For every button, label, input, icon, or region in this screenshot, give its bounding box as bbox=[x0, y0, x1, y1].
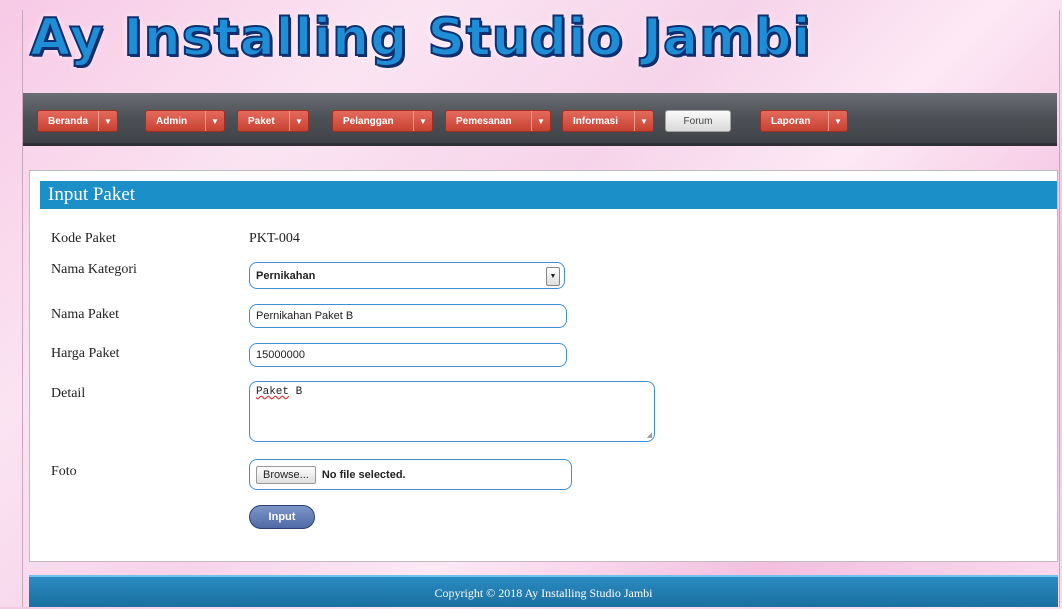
kategori-selected-value: Pernikahan bbox=[256, 269, 316, 282]
detail-label: Detail bbox=[51, 386, 86, 401]
nav-paket[interactable]: Paket ▼ bbox=[237, 110, 309, 132]
nav-admin[interactable]: Admin ▼ bbox=[145, 110, 225, 132]
nama-kategori-label: Nama Kategori bbox=[51, 262, 137, 277]
nav-informasi[interactable]: Informasi ▼ bbox=[562, 110, 654, 132]
input-paket-panel: Input Paket Kode Paket PKT-004 Nama Kate… bbox=[29, 170, 1058, 562]
kode-paket-value: PKT-004 bbox=[249, 231, 300, 246]
nav-beranda-label: Beranda bbox=[48, 115, 89, 127]
nav-informasi-label: Informasi bbox=[573, 115, 619, 127]
nama-paket-input[interactable]: Pernikahan Paket B bbox=[249, 304, 567, 328]
nav-beranda[interactable]: Beranda ▼ bbox=[37, 110, 118, 132]
input-submit-button[interactable]: Input bbox=[249, 505, 315, 529]
kode-paket-label: Kode Paket bbox=[51, 231, 116, 246]
chevron-down-icon[interactable]: ▼ bbox=[413, 111, 432, 131]
file-status-text: No file selected. bbox=[321, 468, 406, 481]
nav-pemesanan[interactable]: Pemesanan ▼ bbox=[445, 110, 551, 132]
nav-forum[interactable]: Forum bbox=[665, 110, 731, 132]
nav-pelanggan[interactable]: Pelanggan ▼ bbox=[332, 110, 433, 132]
site-title: Ay Installing Studio Jambi bbox=[29, 7, 812, 69]
nav-pemesanan-label: Pemesanan bbox=[456, 115, 512, 127]
panel-title: Input Paket bbox=[40, 181, 1057, 209]
harga-paket-label: Harga Paket bbox=[51, 346, 120, 361]
browse-button[interactable]: Browse... bbox=[256, 465, 316, 484]
main-nav: Beranda ▼ Admin ▼ Paket ▼ Pelanggan ▼ Pe… bbox=[23, 93, 1057, 146]
detail-textarea[interactable]: Paket B ◢ bbox=[249, 381, 655, 442]
nav-laporan[interactable]: Laporan ▼ bbox=[760, 110, 848, 132]
footer-copyright: Copyright © 2018 Ay Installing Studio Ja… bbox=[29, 575, 1058, 607]
detail-text-word: Paket bbox=[256, 386, 290, 398]
nav-paket-label: Paket bbox=[248, 115, 275, 127]
chevron-down-icon[interactable]: ▼ bbox=[531, 111, 550, 131]
nav-pelanggan-label: Pelanggan bbox=[343, 115, 394, 127]
detail-text-rest: B bbox=[289, 386, 303, 398]
foto-label: Foto bbox=[51, 464, 77, 479]
chevron-down-icon[interactable]: ▼ bbox=[98, 111, 117, 131]
kategori-select[interactable]: Pernikahan ▼ bbox=[249, 262, 565, 289]
nav-laporan-label: Laporan bbox=[771, 115, 811, 127]
chevron-down-icon[interactable]: ▼ bbox=[634, 111, 653, 131]
resize-grip-icon[interactable]: ◢ bbox=[647, 431, 652, 440]
harga-paket-input[interactable]: 15000000 bbox=[249, 343, 567, 367]
dropdown-arrow-icon[interactable]: ▼ bbox=[546, 267, 560, 286]
chevron-down-icon[interactable]: ▼ bbox=[828, 111, 847, 131]
foto-file-input[interactable]: Browse... No file selected. bbox=[249, 459, 572, 490]
chevron-down-icon[interactable]: ▼ bbox=[289, 111, 308, 131]
chevron-down-icon[interactable]: ▼ bbox=[205, 111, 224, 131]
nama-paket-label: Nama Paket bbox=[51, 307, 120, 322]
nav-admin-label: Admin bbox=[156, 115, 188, 127]
